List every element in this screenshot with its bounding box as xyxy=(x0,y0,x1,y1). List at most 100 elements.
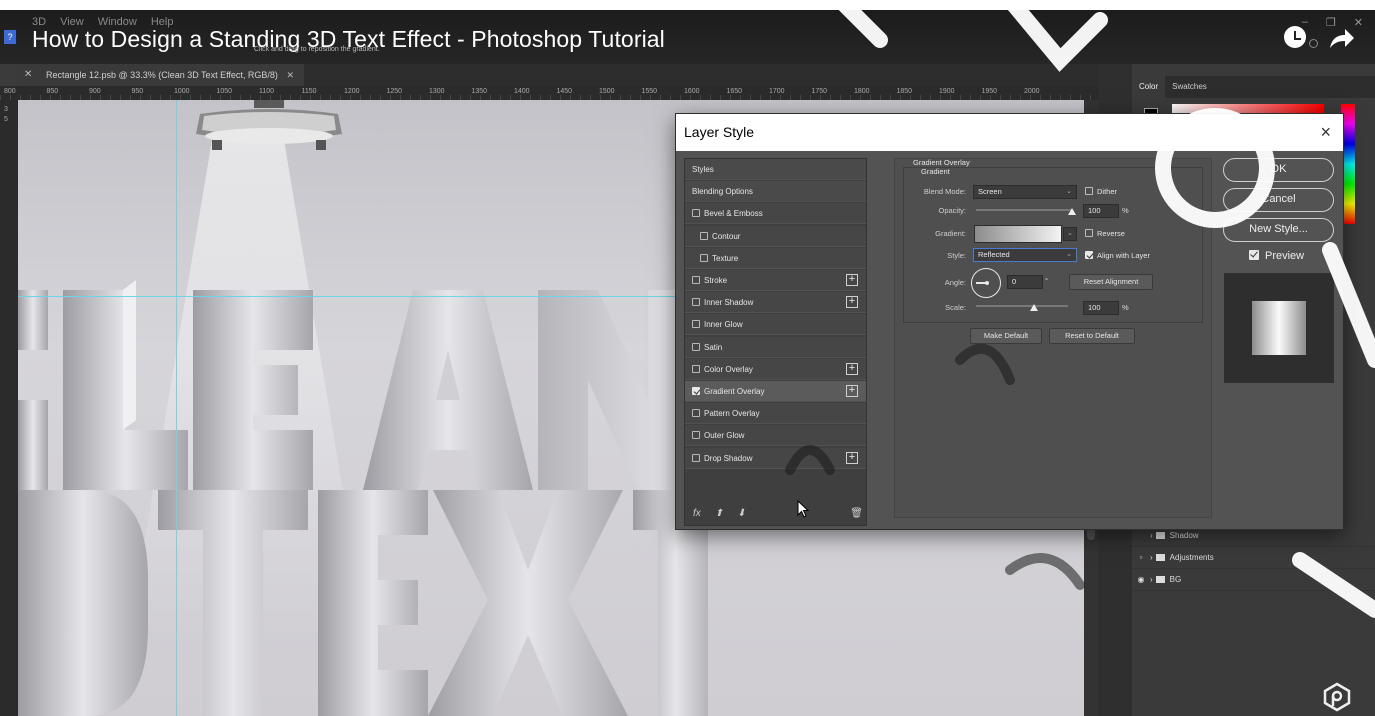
checkbox-box[interactable] xyxy=(692,276,700,284)
eye-icon[interactable]: ◉ xyxy=(1132,569,1150,591)
checkbox-box[interactable] xyxy=(692,409,700,418)
ruler-number: 1700 xyxy=(769,88,785,95)
style-item-stroke[interactable]: Stroke + xyxy=(685,270,866,291)
tab-swatches[interactable]: Swatches xyxy=(1165,76,1214,98)
add-instance-icon[interactable]: + xyxy=(846,362,858,375)
style-item-label: Contour xyxy=(712,231,741,241)
layer-name: Shadow xyxy=(1169,531,1199,540)
checkbox-box[interactable] xyxy=(692,453,700,462)
move-down-icon[interactable]: ⬇ xyxy=(737,508,745,519)
checkbox-box[interactable] xyxy=(700,231,708,240)
align-with-layer-checkbox[interactable]: Align with Layer xyxy=(1085,251,1150,260)
document-tab[interactable]: ✕ Rectangle 12.psb @ 33.3% (Clean 3D Tex… xyxy=(18,64,304,86)
opacity-slider[interactable] xyxy=(976,209,1072,211)
layer-row[interactable]: ◉ › BG xyxy=(1132,569,1375,591)
checkbox-box[interactable] xyxy=(1085,229,1093,237)
tab-color[interactable]: Color xyxy=(1132,76,1166,98)
angle-unit: ° xyxy=(1045,276,1048,285)
reverse-checkbox[interactable]: Reverse xyxy=(1085,229,1125,238)
styles-list: Drop Shadow + Outer Glow Pattern Overlay Gra… xyxy=(684,158,867,526)
trash-icon[interactable]: 🗑 xyxy=(850,508,863,519)
style-item-pattern-overlay[interactable]: Pattern Overlay xyxy=(685,403,866,425)
style-item-gradient-overlay[interactable]: Gradient Overlay + xyxy=(685,381,866,402)
angle-input[interactable]: 0 xyxy=(1007,275,1043,289)
add-instance-icon[interactable]: + xyxy=(846,385,858,397)
checkbox-box[interactable] xyxy=(692,342,700,351)
checkbox-box[interactable] xyxy=(692,298,700,307)
style-item-contour[interactable]: Contour xyxy=(685,225,866,247)
angle-dial[interactable] xyxy=(971,268,1001,298)
close-doc-icon[interactable]: ✕ xyxy=(286,70,294,80)
style-preview xyxy=(1224,273,1334,383)
chevron-down-icon: ⌄ xyxy=(1066,251,1072,258)
style-item-blending-options[interactable]: Blending Options xyxy=(685,181,866,203)
opacity-input[interactable]: 100 xyxy=(1083,204,1119,218)
align-label: Align with Layer xyxy=(1097,251,1150,260)
checkbox-box[interactable] xyxy=(1085,187,1093,195)
gradient-dropdown[interactable]: ⌄ xyxy=(1063,227,1077,241)
style-item-drop-shadow[interactable]: Drop Shadow + xyxy=(685,447,866,469)
close-icon[interactable]: × xyxy=(1320,122,1331,142)
scale-slider-knob[interactable] xyxy=(1030,304,1038,311)
style-item-satin[interactable]: Satin xyxy=(685,336,866,358)
add-instance-icon[interactable]: + xyxy=(846,296,858,309)
close-tab-icon[interactable]: ✕ xyxy=(24,64,32,86)
ruler-number: 950 xyxy=(131,88,144,95)
style-item-label: Satin xyxy=(704,342,723,352)
gradient-swatch[interactable] xyxy=(974,225,1062,243)
style-select[interactable]: Reflected ⌄ xyxy=(973,248,1077,262)
move-up-icon[interactable]: ⬆ xyxy=(715,508,723,519)
fx-button[interactable]: fx xyxy=(693,508,701,519)
checkbox-box[interactable] xyxy=(700,253,708,262)
style-item-texture[interactable]: Texture xyxy=(685,247,866,269)
checkbox-box[interactable] xyxy=(692,320,700,329)
style-item-label: Texture xyxy=(712,253,739,263)
checkbox-box[interactable] xyxy=(692,364,700,373)
reset-to-default-button[interactable]: Reset to Default xyxy=(1049,328,1135,344)
style-item-inner-glow[interactable]: Inner Glow xyxy=(685,314,866,336)
checkbox-box[interactable] xyxy=(692,431,700,440)
checkbox-box[interactable] xyxy=(1249,250,1259,260)
guide-vertical[interactable] xyxy=(176,100,177,716)
visibility-toggle[interactable]: ▫ xyxy=(1132,547,1150,569)
style-item-outer-glow[interactable]: Outer Glow xyxy=(685,425,866,447)
make-default-button[interactable]: Make Default xyxy=(970,328,1042,344)
minimize-icon[interactable]: – xyxy=(1302,16,1308,29)
ruler-number: 800 xyxy=(4,88,16,95)
add-instance-icon[interactable]: + xyxy=(846,451,858,464)
style-item-styles[interactable]: Styles xyxy=(685,159,866,180)
blend-mode-select[interactable]: Screen ⌄ xyxy=(973,185,1077,199)
chevron-down-icon: ⌄ xyxy=(1066,188,1072,195)
search-icon[interactable] xyxy=(1309,39,1318,48)
layer-row[interactable]: ▫ › Adjustments xyxy=(1132,547,1375,569)
expand-arrow-icon[interactable]: › xyxy=(1150,553,1153,562)
ok-button[interactable]: OK xyxy=(1223,158,1334,182)
vruler-number: 3 xyxy=(4,106,8,113)
style-item-bevel-emboss[interactable]: Bevel & Emboss xyxy=(685,203,866,225)
preview-checkbox[interactable]: Preview xyxy=(1249,250,1304,262)
checkbox-box[interactable] xyxy=(692,209,700,218)
add-instance-icon[interactable]: + xyxy=(846,274,858,286)
opacity-slider-knob[interactable] xyxy=(1068,208,1076,215)
dialog-title: Layer Style xyxy=(676,114,1343,151)
style-label: Style: xyxy=(947,251,966,260)
reset-alignment-button[interactable]: Reset Alignment xyxy=(1069,274,1153,290)
chevron-down-icon: ⌄ xyxy=(1067,230,1073,237)
menu-bar: ? 3D View Window Help How to Design a St… xyxy=(0,10,1375,64)
mouse-cursor-icon xyxy=(797,500,809,518)
scale-slider[interactable] xyxy=(976,305,1068,307)
style-item-inner-shadow[interactable]: Inner Shadow + xyxy=(685,292,866,314)
checkbox-box[interactable] xyxy=(1085,251,1093,259)
style-item-color-overlay[interactable]: Color Overlay + xyxy=(685,358,866,380)
checkbox-box[interactable] xyxy=(692,387,700,395)
dither-checkbox[interactable]: Dither xyxy=(1085,187,1117,196)
cancel-button[interactable]: Cancel xyxy=(1223,188,1334,212)
ruler-number: 1800 xyxy=(854,88,870,95)
scale-input[interactable]: 100 xyxy=(1083,301,1119,315)
watch-later-icon[interactable] xyxy=(1284,26,1306,48)
expand-arrow-icon[interactable]: › xyxy=(1150,531,1153,540)
new-style-button[interactable]: New Style... xyxy=(1223,218,1334,242)
share-icon[interactable] xyxy=(1326,24,1356,54)
section-title: Gradient Overlay xyxy=(913,158,970,167)
expand-arrow-icon[interactable]: › xyxy=(1150,575,1153,584)
